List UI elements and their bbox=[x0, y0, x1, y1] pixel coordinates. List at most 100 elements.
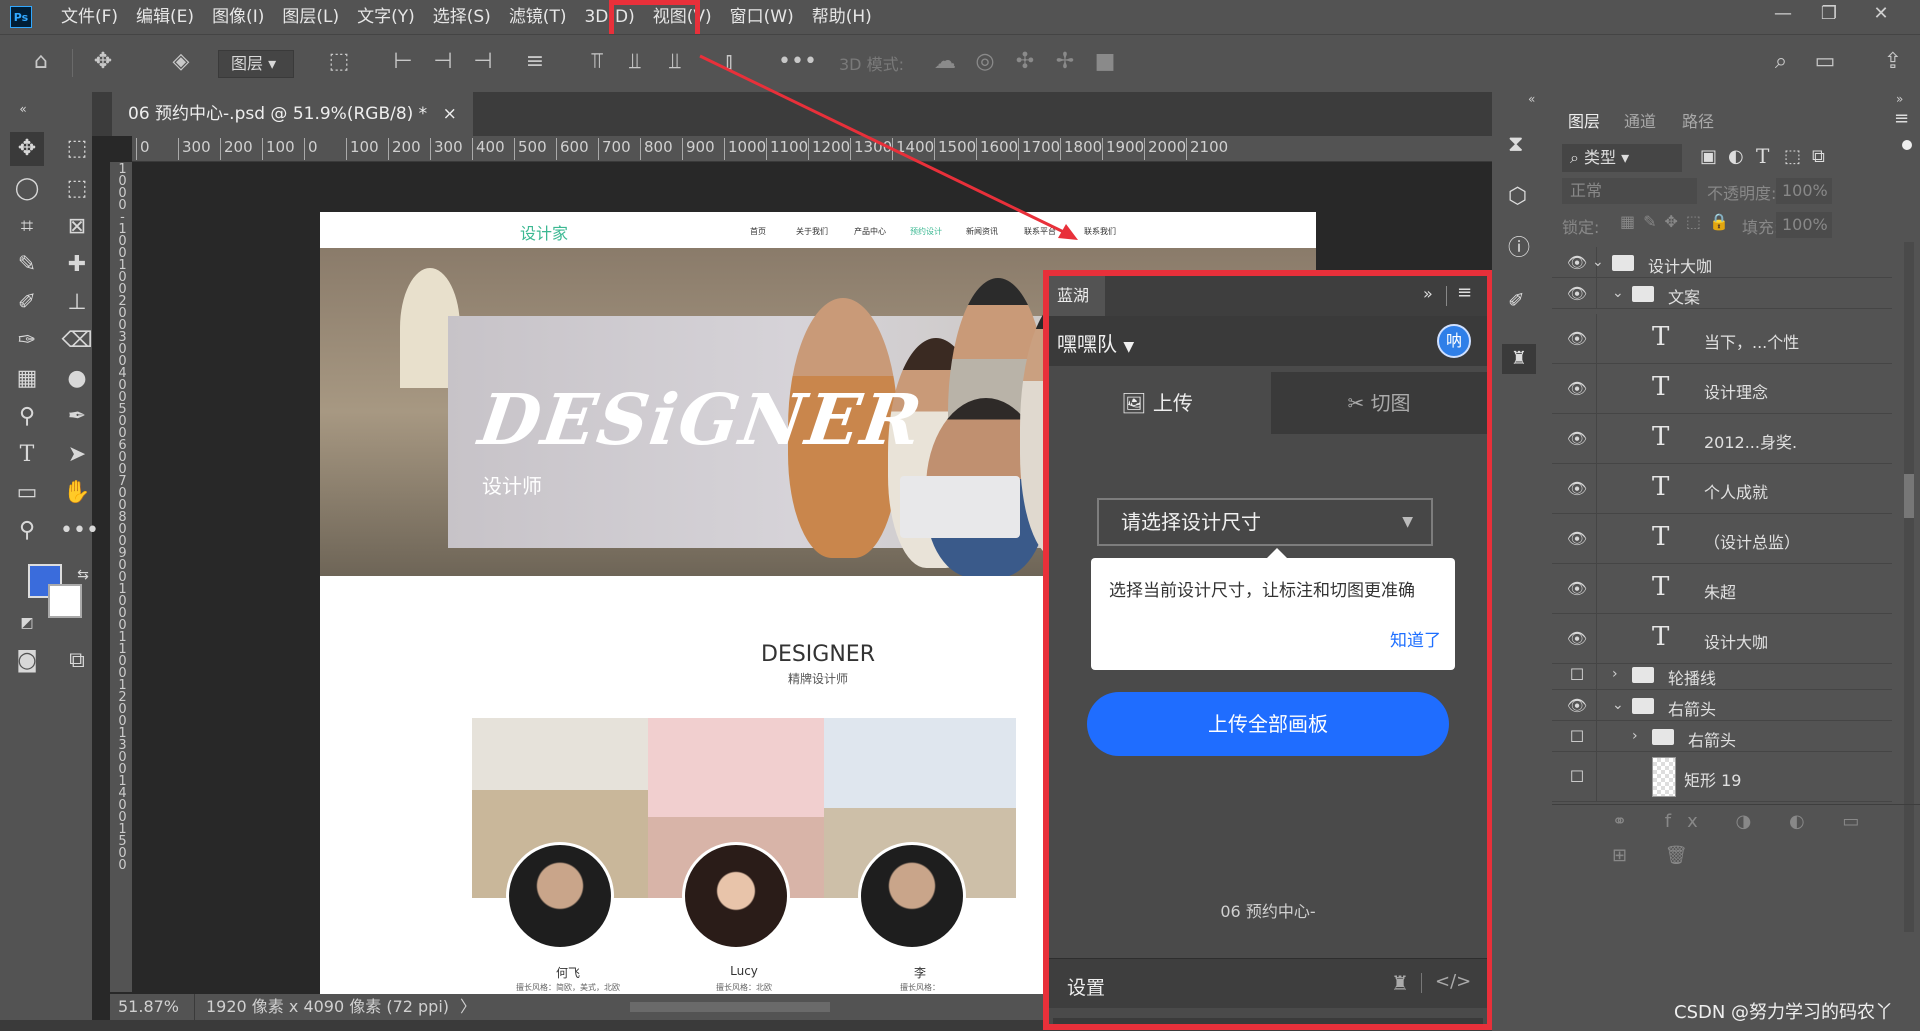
filter-toggle[interactable] bbox=[1902, 140, 1912, 150]
hand-tool-icon[interactable]: ✋ bbox=[60, 476, 94, 510]
pen-tool-icon[interactable]: ✒ bbox=[60, 400, 94, 434]
move-icon[interactable]: ✥ bbox=[88, 47, 118, 77]
horizontal-scrollbar[interactable] bbox=[630, 1002, 830, 1012]
brush-panel-icon[interactable]: ✐ bbox=[1508, 288, 1525, 312]
filter-smart-icon[interactable]: ⧉ bbox=[1812, 146, 1825, 167]
visibility-off-box[interactable]: ☐ bbox=[1562, 727, 1592, 746]
tooltip-dismiss-link[interactable]: 知道了 bbox=[1390, 626, 1441, 651]
visibility-eye-icon[interactable]: 👁 bbox=[1562, 284, 1592, 303]
menu-layer[interactable]: 图层(L) bbox=[273, 0, 348, 34]
visibility-eye-icon[interactable]: 👁 bbox=[1562, 629, 1592, 648]
panel-scrollbar[interactable] bbox=[1053, 1018, 1483, 1024]
layer-row[interactable]: 👁 T （设计总监） bbox=[1552, 514, 1892, 564]
visibility-off-box[interactable]: ☐ bbox=[1562, 767, 1592, 786]
collapse-icon[interactable]: « bbox=[1528, 92, 1535, 106]
type-tool-icon[interactable]: T bbox=[10, 438, 44, 472]
history-panel-icon[interactable]: ⧗ bbox=[1508, 132, 1523, 157]
collapse-icon[interactable]: « bbox=[6, 92, 40, 126]
tab-paths[interactable]: 路径 bbox=[1682, 108, 1714, 132]
layer-row[interactable]: 👁 T 设计大咖 bbox=[1552, 614, 1892, 664]
home-icon[interactable]: ⌂ bbox=[26, 47, 56, 77]
marquee-tool-icon[interactable]: ⬚ bbox=[60, 132, 94, 166]
chevron-right-icon[interactable]: › bbox=[1612, 666, 1618, 682]
menu-file[interactable]: 文件(F) bbox=[52, 0, 127, 34]
visibility-eye-icon[interactable]: 👁 bbox=[1562, 696, 1592, 715]
auto-select-dropdown[interactable]: 图层 ▾ bbox=[218, 50, 294, 78]
layers-scrollbar-thumb[interactable] bbox=[1904, 474, 1914, 518]
visibility-eye-icon[interactable]: 👁 bbox=[1562, 429, 1592, 448]
user-avatar[interactable]: 呐 bbox=[1437, 324, 1471, 358]
gradient-tool-icon[interactable]: ▦ bbox=[10, 362, 44, 396]
slide-3d-icon[interactable]: ✢ bbox=[1050, 47, 1080, 77]
restore-icon[interactable]: ❐ bbox=[1806, 0, 1852, 30]
visibility-eye-icon[interactable]: 👁 bbox=[1562, 479, 1592, 498]
workspace-icon[interactable]: ▭ bbox=[1810, 47, 1840, 77]
menu-type[interactable]: 文字(Y) bbox=[348, 0, 424, 34]
tab-slice[interactable]: ✂ 切图 bbox=[1271, 372, 1487, 434]
layer-row[interactable]: 👁 T 2012...身奖. bbox=[1552, 414, 1892, 464]
layers-menu-icon[interactable]: ≡ bbox=[1894, 108, 1909, 129]
healing-brush-icon[interactable]: ✚ bbox=[60, 248, 94, 282]
tab-upload[interactable]: 🖼 上传 bbox=[1049, 372, 1265, 434]
panel-menu-icon[interactable]: ≡ bbox=[1457, 282, 1472, 303]
layer-row[interactable]: 👁 ⌄ 设计大咖 bbox=[1552, 247, 1892, 278]
code-icon[interactable]: </> bbox=[1435, 971, 1471, 992]
zoom-level[interactable]: 51.87% bbox=[118, 994, 179, 1020]
layer-row[interactable]: 👁 T 个人成就 bbox=[1552, 464, 1892, 514]
zoom-tool-icon[interactable]: ⚲ bbox=[10, 514, 44, 548]
filter-type-icon[interactable]: T bbox=[1756, 144, 1769, 168]
chevron-down-icon[interactable]: ⌄ bbox=[1612, 285, 1624, 301]
status-arrow-icon[interactable]: 〉 bbox=[460, 994, 476, 1020]
align-left-icon[interactable]: ⊢ bbox=[388, 47, 418, 77]
distribute-icon[interactable]: ⫾ bbox=[714, 47, 744, 77]
close-tab-icon[interactable]: × bbox=[443, 104, 457, 124]
layer-row[interactable]: 👁 T 朱超 bbox=[1552, 564, 1892, 614]
menu-edit[interactable]: 编辑(E) bbox=[127, 0, 203, 34]
eyedropper-icon[interactable]: ✎ bbox=[10, 248, 44, 282]
expand-icon[interactable]: » bbox=[1423, 284, 1433, 303]
align-top-icon[interactable]: ⫪ bbox=[582, 47, 612, 77]
move-tool-icon[interactable]: ✥ bbox=[10, 132, 44, 166]
visibility-eye-icon[interactable]: 👁 bbox=[1562, 579, 1592, 598]
swap-colors-icon[interactable]: ⇆ bbox=[66, 558, 100, 592]
layer-row[interactable]: 👁 T 当下，...个性 bbox=[1552, 314, 1892, 364]
rectangle-tool-icon[interactable]: ▭ bbox=[10, 476, 44, 510]
dodge-tool-icon[interactable]: ⚲ bbox=[10, 400, 44, 434]
layer-filter-select[interactable]: ⌕ 类型 ▾ bbox=[1562, 144, 1682, 172]
align-bottom-icon[interactable]: ⫫ bbox=[660, 47, 690, 77]
filter-adjustment-icon[interactable]: ◐ bbox=[1728, 146, 1744, 167]
layer-row[interactable]: ☐ › 右箭头 bbox=[1552, 721, 1892, 752]
plugin-tab[interactable]: 蓝湖 bbox=[1049, 276, 1105, 316]
document-tab[interactable]: 06 预约中心-.psd @ 51.9%(RGB/8) * × bbox=[112, 92, 473, 136]
visibility-eye-icon[interactable]: 👁 bbox=[1562, 379, 1592, 398]
layer-row[interactable]: 👁 T 设计理念 bbox=[1552, 364, 1892, 414]
menu-select[interactable]: 选择(S) bbox=[424, 0, 500, 34]
transform-controls-icon[interactable]: ⬚ bbox=[324, 47, 354, 77]
layer-row[interactable]: ☐ › 轮播线 bbox=[1552, 659, 1892, 690]
menu-filter[interactable]: 滤镜(T) bbox=[500, 0, 576, 34]
screen-mode-icon[interactable]: ⧉ bbox=[60, 644, 94, 678]
tab-layers[interactable]: 图层 bbox=[1568, 108, 1600, 132]
quick-mask-icon[interactable]: ◙ bbox=[10, 644, 44, 678]
plugin-logo-icon[interactable]: ♜ bbox=[1391, 971, 1409, 995]
history-brush-icon[interactable]: ✑ bbox=[10, 324, 44, 358]
team-name[interactable]: 嘿嘿队 ▼ bbox=[1057, 328, 1134, 357]
chevron-right-icon[interactable]: › bbox=[1632, 728, 1638, 744]
orbit-3d-icon[interactable]: ☁ bbox=[930, 47, 960, 77]
blend-mode-select[interactable]: 正常 bbox=[1562, 178, 1697, 204]
design-size-select[interactable]: 请选择设计尺寸 ▼ bbox=[1097, 498, 1433, 546]
opacity-input[interactable]: 100% bbox=[1776, 178, 1832, 204]
layers-footer-icons[interactable]: ⚭ fx ◑ ◐ ▭ ⊞ 🗑 bbox=[1552, 804, 1920, 866]
filter-shape-icon[interactable]: ⬚ bbox=[1784, 146, 1801, 167]
visibility-eye-icon[interactable]: 👁 bbox=[1562, 253, 1592, 272]
visibility-eye-icon[interactable]: 👁 bbox=[1562, 329, 1592, 348]
roll-3d-icon[interactable]: ◎ bbox=[970, 47, 1000, 77]
align-vertical-icon[interactable]: ≡ bbox=[520, 47, 550, 77]
pan-3d-icon[interactable]: ✣ bbox=[1010, 47, 1040, 77]
frame-tool-icon[interactable]: ⊠ bbox=[60, 210, 94, 244]
chevron-down-icon[interactable]: ⌄ bbox=[1592, 254, 1604, 270]
tab-channels[interactable]: 通道 bbox=[1624, 108, 1656, 132]
filter-pixel-icon[interactable]: ▣ bbox=[1700, 146, 1717, 167]
layer-row[interactable]: 👁 ⌄ 右箭头 bbox=[1552, 690, 1892, 721]
share-icon[interactable]: ⇪ bbox=[1878, 47, 1908, 77]
